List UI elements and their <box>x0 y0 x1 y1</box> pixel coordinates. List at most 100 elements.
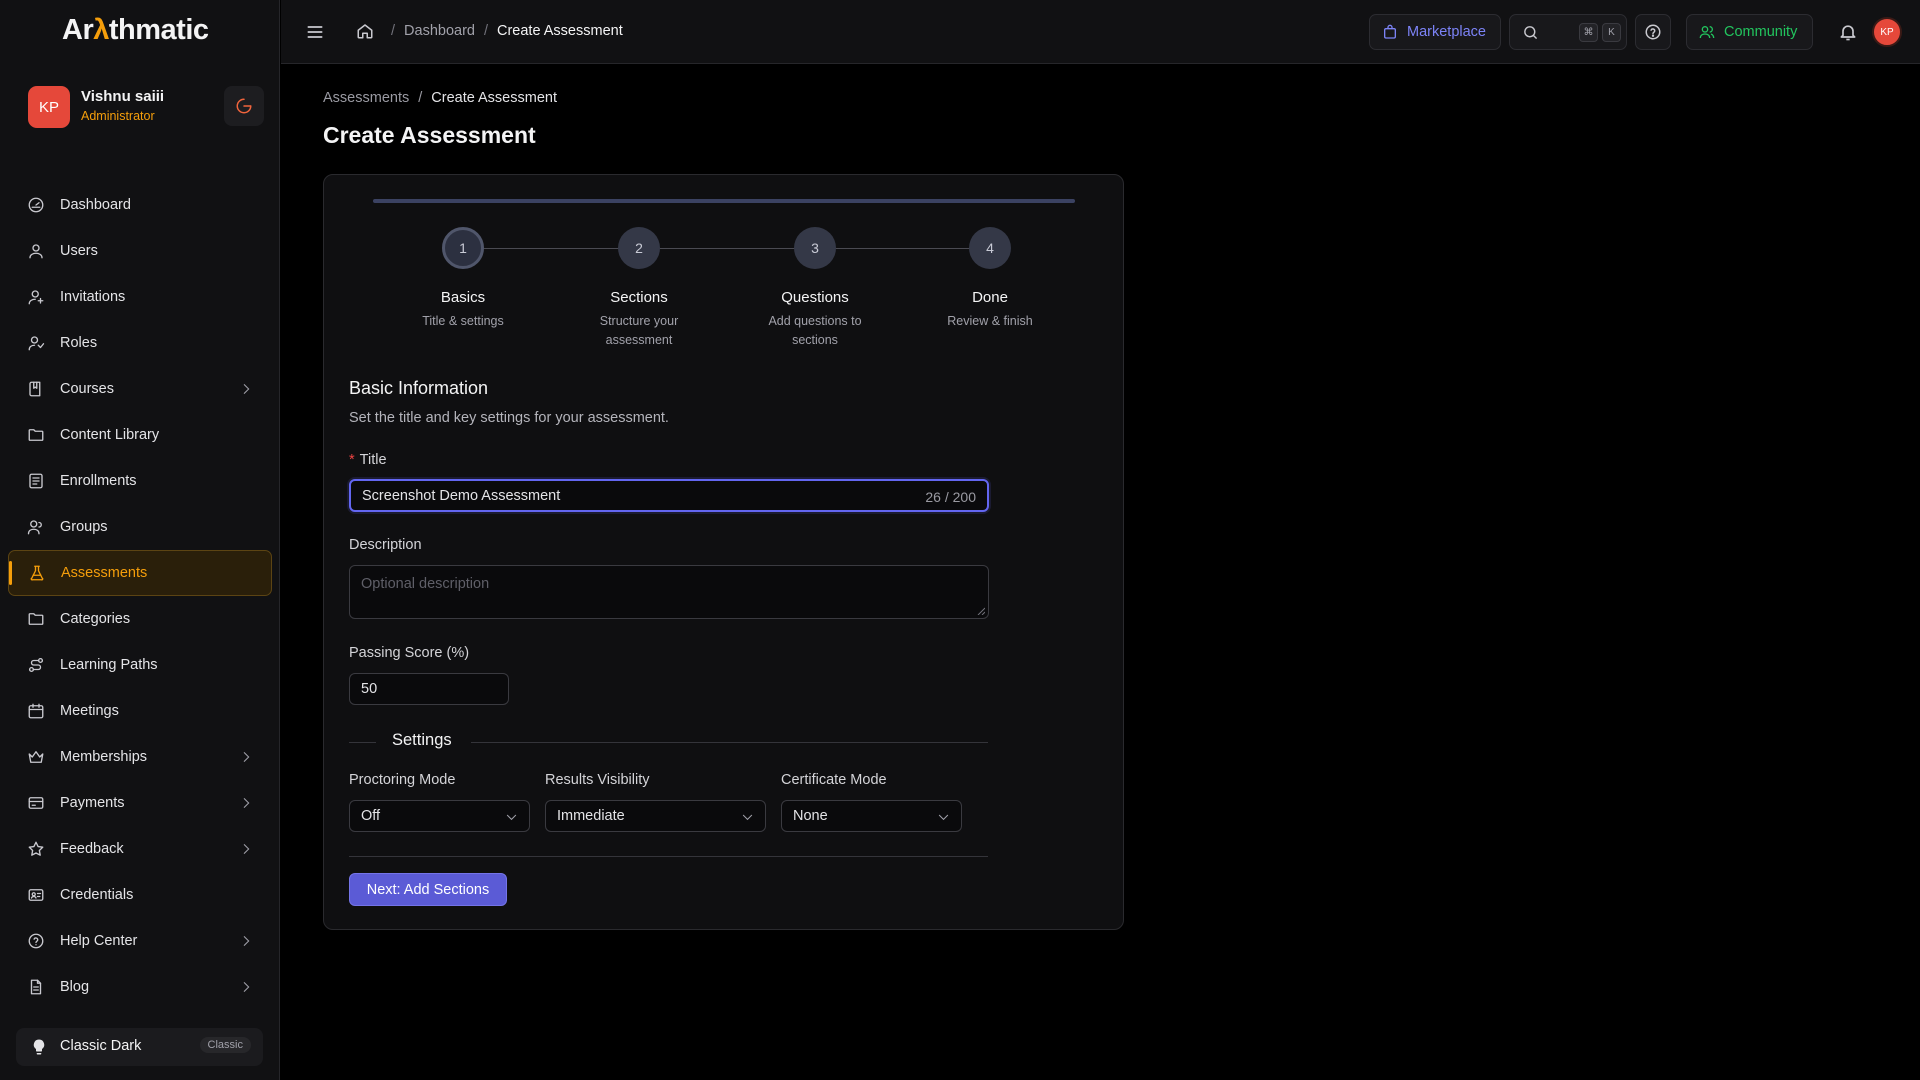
section-title: Basic Information <box>349 378 489 398</box>
bell-icon[interactable] <box>1838 22 1858 42</box>
help-button[interactable] <box>1635 14 1671 50</box>
crown-icon <box>28 751 44 763</box>
sidebar-item-feedback[interactable]: Feedback <box>8 826 272 872</box>
help-circle-icon <box>1645 24 1661 40</box>
section-description: Set the title and key settings for your … <box>349 410 669 426</box>
logo-text-prefix: Ar <box>62 14 94 46</box>
sidebar-item-courses[interactable]: Courses <box>8 366 272 412</box>
app-logo[interactable]: Arλthmatic <box>62 14 209 47</box>
breadcrumb-current: Create Assessment <box>431 90 557 106</box>
user-avatar[interactable]: KP <box>28 86 70 128</box>
folder-icon <box>28 613 44 625</box>
step-number: 4 <box>969 227 1011 269</box>
sidebar-item-categories[interactable]: Categories <box>8 596 272 642</box>
next-add-sections-button[interactable]: Next: Add Sections <box>349 873 507 906</box>
breadcrumb-separator: / <box>483 23 488 39</box>
chevron-right-icon <box>243 935 250 947</box>
visibility-value: Immediate <box>557 808 625 824</box>
sidebar-item-label: Courses <box>60 381 114 397</box>
step-sections[interactable]: 2 Sections Structure your assessment <box>549 227 729 350</box>
marketplace-button[interactable]: Marketplace <box>1369 14 1501 50</box>
sidebar-item-help-center[interactable]: Help Center <box>8 918 272 964</box>
group-icon <box>27 520 42 535</box>
sidebar-item-credentials[interactable]: Credentials <box>8 872 272 918</box>
description-placeholder: Optional description <box>361 576 490 592</box>
sidebar-item-label: Feedback <box>60 841 124 857</box>
step-description: Title & settings <box>422 314 504 328</box>
sidebar-item-memberships[interactable]: Memberships <box>8 734 272 780</box>
hamburger-menu-icon[interactable] <box>305 22 325 42</box>
sidebar-item-groups[interactable]: Groups <box>8 504 272 550</box>
sidebar-item-content-library[interactable]: Content Library <box>8 412 272 458</box>
sidebar-item-label: Enrollments <box>60 473 137 489</box>
user-profile: KP Vishnu saiii Administrator <box>28 86 264 128</box>
breadcrumb-dashboard[interactable]: Dashboard <box>404 23 475 39</box>
sidebar-item-label: Meetings <box>60 703 119 719</box>
step-title: Questions <box>781 289 849 306</box>
list-icon <box>29 473 43 489</box>
user-avatar-small[interactable]: KP <box>1872 17 1902 47</box>
search-button[interactable]: ⌘ K <box>1509 14 1627 50</box>
breadcrumb-assessments[interactable]: Assessments <box>323 90 409 106</box>
sidebar-item-label: Payments <box>60 795 125 811</box>
form-divider <box>349 856 988 857</box>
sidebar-item-learning-paths[interactable]: Learning Paths <box>8 642 272 688</box>
chevron-right-icon <box>243 843 250 855</box>
step-questions[interactable]: 3 Questions Add questions to sections <box>725 227 905 350</box>
home-icon[interactable] <box>356 22 374 40</box>
step-basics[interactable]: 1 Basics Title & settings <box>373 227 553 331</box>
required-marker: * <box>349 452 355 468</box>
top-breadcrumb: / Dashboard / Create Assessment <box>356 22 623 40</box>
sidebar-item-invitations[interactable]: Invitations <box>8 274 272 320</box>
settings-title: Settings <box>392 731 452 749</box>
visibility-select[interactable]: Immediate <box>545 800 766 832</box>
route-icon <box>28 657 44 673</box>
sidebar-item-label: Memberships <box>60 749 148 765</box>
book-icon <box>29 381 41 397</box>
sidebar-item-enrollments[interactable]: Enrollments <box>8 458 272 504</box>
resize-handle-icon[interactable] <box>977 607 985 615</box>
step-number: 3 <box>794 227 836 269</box>
sidebar-item-label: Categories <box>60 611 131 627</box>
step-title: Done <box>972 289 1008 306</box>
community-label: Community <box>1724 24 1798 40</box>
logout-icon <box>236 98 252 114</box>
sidebar-item-payments[interactable]: Payments <box>8 780 272 826</box>
step-description: Review & finish <box>947 314 1033 328</box>
theme-switcher[interactable]: Classic Dark Classic <box>16 1028 263 1066</box>
visibility-label: Results Visibility <box>545 772 650 788</box>
sidebar-item-label: Blog <box>60 979 90 995</box>
sidebar-item-label: Roles <box>60 335 98 351</box>
sidebar-item-assessments[interactable]: Assessments <box>8 550 272 596</box>
top-bar: / Dashboard / Create Assessment Marketpl… <box>281 0 1920 64</box>
theme-label: Classic Dark <box>60 1038 142 1054</box>
folder-icon <box>28 429 44 441</box>
passing-score-input[interactable]: 50 <box>349 673 509 705</box>
chevron-right-icon <box>243 797 250 809</box>
title-label-text: Title <box>359 452 387 468</box>
sidebar-item-blog[interactable]: Blog <box>8 964 272 1010</box>
page-title: Create Assessment <box>323 122 536 148</box>
breadcrumb-separator: / <box>391 23 396 39</box>
step-done[interactable]: 4 Done Review & finish <box>900 227 1080 331</box>
certificate-select[interactable]: None <box>781 800 962 832</box>
breadcrumb-current: Create Assessment <box>497 23 623 39</box>
sidebar-item-users[interactable]: Users <box>8 228 272 274</box>
roles-icon <box>28 336 45 351</box>
description-textarea[interactable]: Optional description <box>349 565 989 619</box>
title-input[interactable]: Screenshot Demo Assessment 26 / 200 <box>349 479 989 512</box>
community-button[interactable]: Community <box>1686 14 1813 50</box>
sidebar-item-meetings[interactable]: Meetings <box>8 688 272 734</box>
sidebar: Arλthmatic KP Vishnu saiii Administrator… <box>0 0 280 1080</box>
step-description: Add questions to sections <box>768 314 862 347</box>
sidebar-item-roles[interactable]: Roles <box>8 320 272 366</box>
proctoring-select[interactable]: Off <box>349 800 530 832</box>
assessment-form-card: 1 Basics Title & settings 2 Sections Str… <box>323 174 1124 930</box>
calendar-icon <box>28 703 44 719</box>
step-title: Sections <box>610 289 668 306</box>
sidebar-item-dashboard[interactable]: Dashboard <box>8 182 272 228</box>
star-icon <box>28 841 44 856</box>
logout-button[interactable] <box>224 86 264 126</box>
chevron-right-icon <box>243 383 250 395</box>
sidebar-item-label: Assessments <box>61 565 148 581</box>
